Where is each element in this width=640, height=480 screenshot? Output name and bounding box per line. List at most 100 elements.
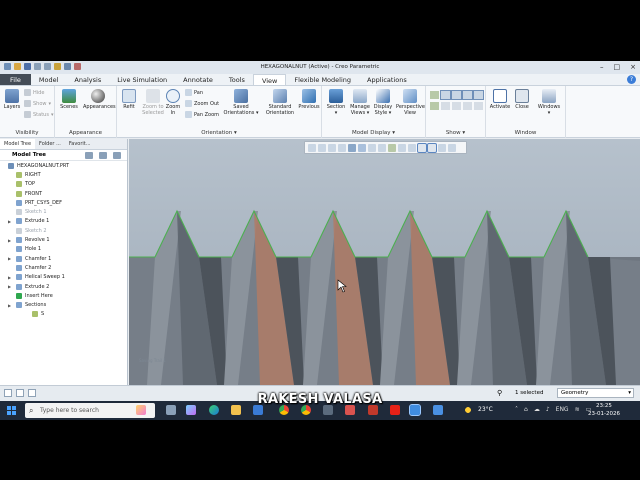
tree-item[interactable]: Chamfer 2	[0, 263, 127, 272]
windows-start-icon[interactable]	[7, 406, 16, 415]
tag-display-icon[interactable]	[473, 90, 484, 100]
tab-file[interactable]: File	[0, 74, 31, 85]
display-style-button[interactable]: Display Style ▾	[372, 89, 394, 116]
tab-view[interactable]: View	[252, 74, 287, 85]
hide-button[interactable]: Hide	[24, 89, 44, 96]
tab-model[interactable]: Model	[31, 74, 67, 85]
network-icon[interactable]: ⌂	[524, 406, 528, 413]
tree-item[interactable]: ▶ Extrude 2	[0, 282, 127, 291]
expand-arrow-icon[interactable]: ▶	[8, 303, 11, 308]
activate-button[interactable]: Activate	[488, 89, 512, 111]
perspective-icon[interactable]	[378, 143, 386, 152]
axis-tag-icon[interactable]	[441, 102, 450, 110]
expand-arrow-icon[interactable]: ▶	[8, 275, 11, 280]
close-window-button[interactable]: Close	[512, 89, 532, 111]
perspective-view-button[interactable]: Perspective View	[396, 89, 425, 116]
tree-item[interactable]: ▶ Helical Sweep 1	[0, 273, 127, 282]
pan-button[interactable]: Pan	[185, 89, 203, 96]
tab-analysis[interactable]: Analysis	[66, 74, 109, 85]
csys-display-icon[interactable]	[462, 90, 473, 100]
tree-item[interactable]: RIGHT	[0, 170, 127, 179]
graphics-viewport[interactable]: Saving Trail 1	[129, 139, 640, 385]
tree-item[interactable]: Sketch 1	[0, 207, 127, 216]
tab-tools[interactable]: Tools	[221, 74, 253, 85]
help-icon[interactable]: ?	[627, 75, 636, 84]
expand-arrow-icon[interactable]: ▶	[8, 256, 11, 261]
tree-item[interactable]: HEXAGONALNUT.PRT	[0, 161, 127, 170]
pan-zoom-button[interactable]: Pan Zoom	[185, 111, 219, 118]
layers-button[interactable]: Layers	[2, 89, 22, 111]
volume-icon[interactable]: ♪	[546, 406, 550, 413]
language-indicator[interactable]: ENG	[556, 406, 569, 413]
tag-display-icon[interactable]	[427, 142, 437, 153]
appearances-button[interactable]: Appearances	[83, 89, 116, 111]
tab-folder-browser[interactable]: Folder ...	[35, 139, 65, 149]
csys-display-icon[interactable]	[417, 142, 427, 153]
expand-arrow-icon[interactable]: ▶	[8, 238, 11, 243]
chevron-up-icon[interactable]: ˄	[515, 406, 518, 413]
point-display-icon[interactable]	[451, 90, 462, 100]
status-button[interactable]: Status ▾	[24, 111, 53, 118]
csys-tag-icon[interactable]	[463, 102, 472, 110]
tab-flexible-modeling[interactable]: Flexible Modeling	[286, 74, 359, 85]
tree-item[interactable]: Sketch 2	[0, 226, 127, 235]
tree-columns-icon[interactable]	[99, 152, 107, 159]
tree-item[interactable]: Hole 1	[0, 245, 127, 254]
manage-views-button[interactable]: Manage Views ▾	[348, 89, 372, 116]
zoom-out-button[interactable]: Zoom Out	[185, 100, 219, 107]
minimize-icon[interactable]: –	[600, 63, 604, 71]
axis-display-icon[interactable]	[440, 90, 451, 100]
tree-item[interactable]: TOP	[0, 180, 127, 189]
tree-item[interactable]: ▶ Sections	[0, 300, 127, 309]
tree-item[interactable]: ▶ Chamfer 1	[0, 254, 127, 263]
tree-item[interactable]: ▶ Extrude 1	[0, 217, 127, 226]
windows-button[interactable]: Windows ▾	[536, 89, 562, 116]
standard-orientation-button[interactable]: Standard Orientation	[263, 89, 297, 116]
scenes-button[interactable]: Scenes	[59, 89, 79, 111]
view-manager-icon[interactable]	[368, 143, 376, 152]
close-icon[interactable]: ×	[630, 63, 636, 71]
feature-icon	[16, 237, 22, 244]
feature-icon	[16, 171, 22, 178]
show-button[interactable]: Show ▾	[24, 100, 51, 107]
previous-button[interactable]: Previous	[297, 89, 321, 111]
expand-arrow-icon[interactable]: ▶	[8, 284, 11, 289]
plane-display-icon[interactable]	[388, 143, 396, 152]
zoom-in-icon[interactable]	[318, 143, 326, 152]
spin-center-icon[interactable]	[448, 143, 456, 152]
zoom-in-button[interactable]: Zoom In	[165, 89, 181, 116]
tab-applications[interactable]: Applications	[359, 74, 415, 85]
zoom-out-icon[interactable]	[328, 143, 336, 152]
tree-settings-icon[interactable]	[113, 152, 121, 159]
display-style-icon[interactable]	[348, 143, 356, 152]
tree-filters-icon[interactable]	[85, 152, 93, 159]
refit-icon	[122, 89, 136, 103]
tree-item[interactable]: Insert Here	[0, 291, 127, 300]
refit-icon[interactable]	[308, 143, 316, 152]
axis-display-icon[interactable]	[398, 143, 406, 152]
point-tag-icon[interactable]	[452, 102, 461, 110]
zoom-to-selected-button[interactable]: Zoom to Selected	[141, 89, 165, 116]
saved-orientations-button[interactable]: Saved Orientations ▾	[223, 89, 259, 116]
section-button[interactable]: Section ▾	[325, 89, 347, 116]
cloud-icon[interactable]: ☁	[534, 406, 540, 413]
tab-favorites[interactable]: Favorit...	[65, 139, 95, 149]
tree-item[interactable]: ▶ Revolve 1	[0, 235, 127, 244]
refit-button[interactable]: Refit	[119, 89, 139, 111]
plane-tag-icon[interactable]	[430, 102, 439, 110]
expand-arrow-icon[interactable]: ▶	[8, 219, 11, 224]
tree-item[interactable]: PRT_CSYS_DEF	[0, 198, 127, 207]
annotation-display-icon[interactable]	[438, 143, 446, 152]
maximize-icon[interactable]: □	[614, 63, 621, 71]
tab-live-simulation[interactable]: Live Simulation	[109, 74, 175, 85]
tree-item[interactable]: FRONT	[0, 189, 127, 198]
annotation-display-icon[interactable]	[474, 102, 483, 110]
tab-model-tree[interactable]: Model Tree	[0, 139, 36, 149]
point-display-icon[interactable]	[408, 143, 416, 152]
plane-display-icon[interactable]	[430, 91, 439, 99]
repaint-icon[interactable]	[338, 143, 346, 152]
tab-annotate[interactable]: Annotate	[175, 74, 221, 85]
wifi-icon[interactable]: ≋	[575, 406, 580, 413]
saved-orientations-icon[interactable]	[358, 143, 366, 152]
tree-item[interactable]: S	[0, 310, 127, 319]
